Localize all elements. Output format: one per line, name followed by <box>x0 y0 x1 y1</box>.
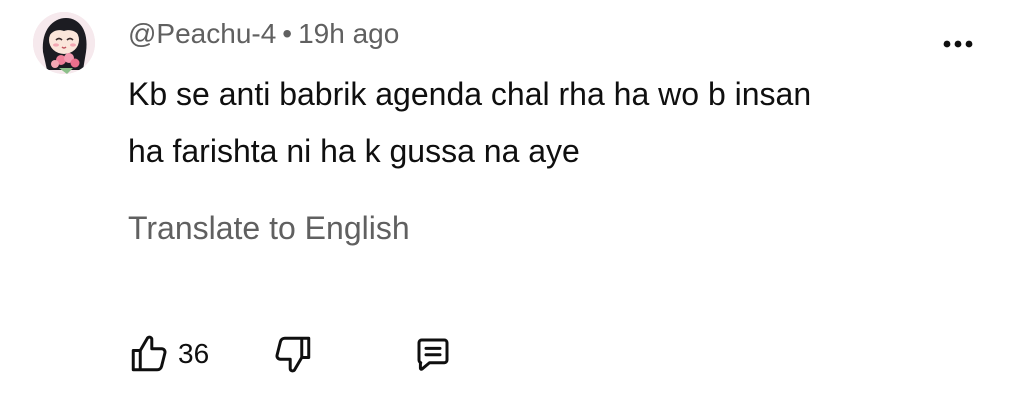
translate-button[interactable]: Translate to English <box>128 206 410 250</box>
comment-timestamp[interactable]: 19h ago <box>298 18 399 49</box>
reply-comment-icon <box>417 338 449 371</box>
comment-meta: @Peachu-4 • 19h ago <box>128 14 399 54</box>
like-count: 36 <box>178 338 210 369</box>
meta-separator: • <box>282 18 293 49</box>
more-options-button[interactable] <box>936 26 980 62</box>
reply-button[interactable] <box>412 330 454 378</box>
thumbs-up-icon <box>131 335 167 372</box>
comment-text: Kb se anti babrik agenda chal rha ha wo … <box>128 76 812 169</box>
author-handle[interactable]: @Peachu-4 <box>128 18 276 49</box>
avatar[interactable] <box>33 12 95 74</box>
avatar-image <box>33 12 95 74</box>
more-vert-icon <box>943 40 973 48</box>
dislike-button[interactable] <box>272 330 314 378</box>
like-button[interactable]: 36 <box>128 330 209 378</box>
thumbs-down-icon <box>275 336 311 373</box>
